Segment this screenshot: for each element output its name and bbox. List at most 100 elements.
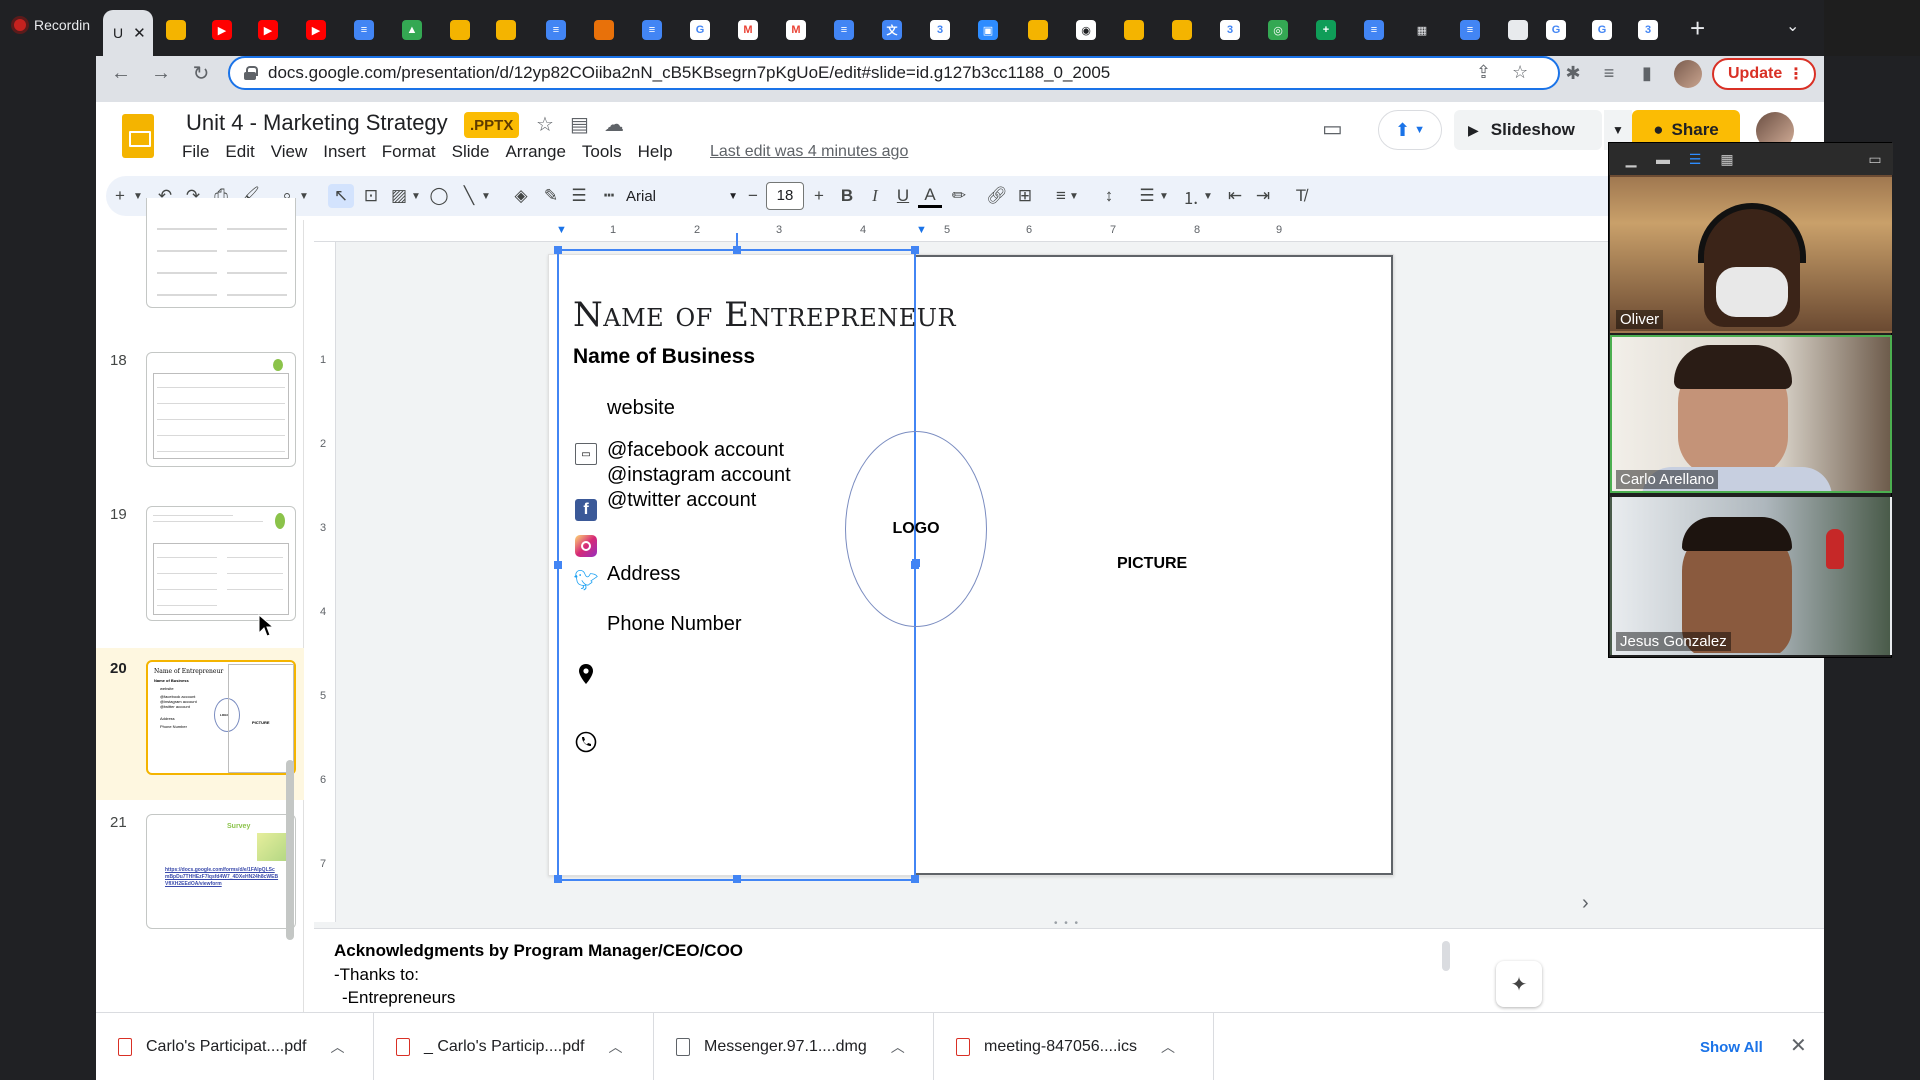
side-panel-icon[interactable]: ▮ xyxy=(1636,62,1658,84)
twitter-handle[interactable]: @twitter account xyxy=(607,489,756,512)
bulleted-list-icon[interactable]: ☰ xyxy=(1136,184,1158,208)
side-panel-chevron-icon[interactable]: › xyxy=(1582,892,1589,915)
font-select[interactable]: Arial ▼ xyxy=(626,184,738,208)
align-dropdown-icon[interactable]: ▼ xyxy=(1068,184,1080,208)
new-slide-icon[interactable]: + xyxy=(110,184,130,208)
update-button[interactable]: Update ⋮ xyxy=(1712,58,1816,90)
strip-view-icon[interactable]: ☰ xyxy=(1685,149,1705,169)
exit-panel-icon[interactable]: ▭ xyxy=(1865,149,1885,169)
phone-text[interactable]: Phone Number xyxy=(607,613,742,636)
clear-formatting-icon[interactable]: T̸ xyxy=(1290,184,1312,208)
single-view-icon[interactable]: ▬ xyxy=(1653,149,1673,169)
slideshow-button[interactable]: ▶ Slideshow xyxy=(1454,110,1602,150)
resize-handle[interactable] xyxy=(911,875,919,883)
video-tile[interactable]: Oliver xyxy=(1610,175,1892,333)
present-options-button[interactable]: ⬆ ▼ xyxy=(1378,110,1442,150)
chevron-up-icon[interactable]: ︿ xyxy=(608,1037,622,1057)
italic-icon[interactable]: I xyxy=(864,184,886,208)
tab-favicon-google-docs[interactable]: ≡ xyxy=(1460,20,1480,40)
fill-color-icon[interactable]: ◈ xyxy=(510,184,532,208)
download-item[interactable]: Messenger.97.1....dmg ︿ xyxy=(654,1013,934,1080)
decrease-indent-icon[interactable]: ⇤ xyxy=(1224,184,1246,208)
bookmark-star-icon[interactable]: ☆ xyxy=(1512,62,1528,83)
tab-favicon-google-docs[interactable]: ≡ xyxy=(642,20,662,40)
tab-favicon-google-slides[interactable] xyxy=(450,20,470,40)
tab-search-chevron-icon[interactable]: ⌄ xyxy=(1786,16,1799,36)
slide-thumbnail-18[interactable] xyxy=(146,352,296,467)
notes-scrollbar[interactable] xyxy=(1442,941,1450,971)
line-spacing-icon[interactable]: ↕ xyxy=(1098,184,1120,208)
resize-handle[interactable] xyxy=(911,246,919,254)
profile-avatar[interactable] xyxy=(1674,60,1702,88)
video-tile[interactable]: Jesus Gonzalez xyxy=(1610,497,1892,655)
resize-handle[interactable] xyxy=(554,246,562,254)
new-tab-button[interactable]: + xyxy=(1690,14,1705,42)
tab-favicon-youtube[interactable]: ▶ xyxy=(258,20,278,40)
text-color-icon[interactable]: A xyxy=(918,184,942,208)
menu-insert[interactable]: Insert xyxy=(323,142,366,162)
show-all-button[interactable]: Show All xyxy=(1686,1031,1777,1063)
left-indent-marker-icon[interactable]: ▼ xyxy=(556,224,567,236)
tab-favicon-google[interactable]: G xyxy=(1546,20,1566,40)
gallery-view-icon[interactable]: ▦ xyxy=(1717,149,1737,169)
minimize-icon[interactable]: ▁ xyxy=(1621,149,1641,169)
website-text[interactable]: website xyxy=(607,397,675,420)
active-tab[interactable]: U ✕ xyxy=(103,10,153,56)
menu-edit[interactable]: Edit xyxy=(225,142,254,162)
slide-thumbnail-19[interactable] xyxy=(146,506,296,621)
tab-favicon-google-slides[interactable] xyxy=(166,20,186,40)
shape-icon[interactable]: ◯ xyxy=(428,184,450,208)
tab-favicon-google-slides[interactable] xyxy=(1028,20,1048,40)
tab-favicon-google-docs[interactable]: ≡ xyxy=(1364,20,1384,40)
resize-handle[interactable] xyxy=(554,561,562,569)
rotate-handle[interactable] xyxy=(736,233,738,247)
right-indent-marker-icon[interactable]: ▼ xyxy=(916,224,927,236)
back-button[interactable]: ← xyxy=(108,60,134,86)
entrepreneur-name[interactable]: Name of Entrepreneur xyxy=(573,295,956,335)
tab-favicon-google-docs[interactable]: ≡ xyxy=(834,20,854,40)
slide-thumbnail-17[interactable] xyxy=(146,198,296,308)
tab-favicon-google-docs[interactable]: ≡ xyxy=(546,20,566,40)
chevron-up-icon[interactable]: ︿ xyxy=(891,1037,905,1057)
bold-icon[interactable]: B xyxy=(836,184,858,208)
tab-favicon-gmail[interactable]: M xyxy=(738,20,758,40)
border-dash-icon[interactable]: ┅ xyxy=(598,184,620,208)
tab-favicon-calendar[interactable]: 3 xyxy=(1638,20,1658,40)
tab-favicon-google-drive[interactable]: ▲ xyxy=(402,20,422,40)
tab-favicon-google-slides[interactable] xyxy=(1124,20,1144,40)
border-weight-icon[interactable]: ☰ xyxy=(568,184,590,208)
add-comment-icon[interactable]: ⊞ xyxy=(1014,184,1036,208)
tab-favicon-google[interactable]: G xyxy=(1592,20,1612,40)
slide-thumbnail-20[interactable]: Name of Entrepreneur Name of Business we… xyxy=(146,660,296,775)
move-folder-icon[interactable]: ▤ xyxy=(570,112,589,137)
tab-favicon-translate[interactable]: 文 xyxy=(882,20,902,40)
tab-favicon-google-docs[interactable]: ≡ xyxy=(354,20,374,40)
logo-placeholder[interactable]: LOGO xyxy=(845,431,987,627)
bulleted-list-dropdown-icon[interactable]: ▼ xyxy=(1158,184,1170,208)
media-control-icon[interactable]: ≡ xyxy=(1598,62,1620,84)
tab-favicon-app[interactable]: ◉ xyxy=(1076,20,1096,40)
last-edit-link[interactable]: Last edit was 4 minutes ago xyxy=(710,143,908,161)
underline-icon[interactable]: U xyxy=(892,184,914,208)
new-slide-dropdown-icon[interactable]: ▼ xyxy=(132,184,144,208)
slides-logo-icon[interactable] xyxy=(122,114,154,158)
tab-favicon-calendar[interactable]: 3 xyxy=(930,20,950,40)
insert-link-icon[interactable]: 🔗︎ xyxy=(986,184,1008,208)
resize-handle[interactable] xyxy=(554,875,562,883)
border-color-icon[interactable]: ✎ xyxy=(540,184,562,208)
numbered-list-icon[interactable]: ⒈ xyxy=(1180,184,1202,208)
download-item[interactable]: meeting-847056....ics ︿ xyxy=(934,1013,1214,1080)
line-dropdown-icon[interactable]: ▼ xyxy=(480,184,492,208)
extensions-icon[interactable]: ✱ xyxy=(1562,62,1584,84)
business-name[interactable]: Name of Business xyxy=(573,345,755,369)
increase-indent-icon[interactable]: ⇥ xyxy=(1252,184,1274,208)
increase-font-size-icon[interactable]: + xyxy=(808,184,830,208)
instagram-handle[interactable]: @instagram account xyxy=(607,464,791,487)
tab-favicon-google-slides[interactable] xyxy=(496,20,516,40)
reload-button[interactable]: ↻ xyxy=(188,60,214,86)
decrease-font-size-icon[interactable]: − xyxy=(742,184,764,208)
zoom-dropdown-icon[interactable]: ▼ xyxy=(298,184,310,208)
numbered-list-dropdown-icon[interactable]: ▼ xyxy=(1202,184,1214,208)
download-item[interactable]: _ Carlo's Particip....pdf ︿ xyxy=(374,1013,654,1080)
filmstrip-scrollbar[interactable] xyxy=(286,760,294,940)
